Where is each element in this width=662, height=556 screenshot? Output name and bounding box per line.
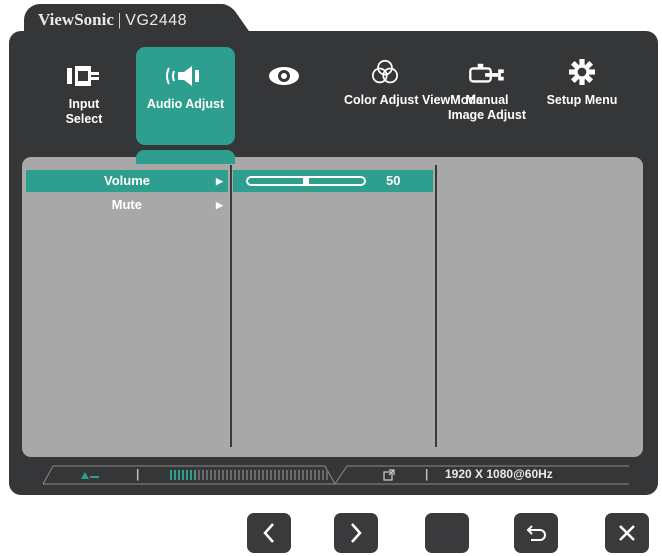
resolution-text: 1920 X 1080@60Hz [445,467,553,481]
tab-label-audio-adjust: Audio Adjust [146,97,225,111]
level-bar [194,470,196,480]
tab-label-input-select: Input Select [65,97,103,126]
level-bar [258,470,260,480]
speaker-icon [165,66,199,86]
level-bar [170,470,172,480]
level-bar [278,470,280,480]
level-bar [282,470,284,480]
column-divider-2 [435,165,437,447]
level-bar [234,470,236,480]
level-bar [210,470,212,480]
tab-setup-menu[interactable]: Setup Menu [542,47,622,145]
external-link-icon [383,469,395,481]
status-separator-2: | [425,467,429,481]
level-bar [178,470,180,480]
level-bar [186,470,188,480]
slider-knob[interactable] [303,177,309,185]
tools-icon [469,63,504,83]
level-bar [266,470,268,480]
tab-manual-image-adjust[interactable]: Manual Image Adjust [444,47,530,145]
close-icon [619,525,635,541]
level-bar [182,470,184,480]
tab-label-color-adjust: Color Adjust [344,93,419,107]
brand-logo: ViewSonic | VG2448 [38,10,187,30]
level-bar [226,470,228,480]
level-bar [238,470,240,480]
tab-label-manual-image-adjust: Manual Image Adjust [447,93,527,122]
level-bar [310,470,312,480]
status-bar: | | 1920 X 1080@60Hz [43,465,629,485]
volume-value: 50 [386,173,401,188]
tab-color-adjust[interactable]: Color Adjust ViewMode [344,47,483,145]
submenu-arrow-icon: ▶ [216,200,223,210]
level-bar [230,470,232,480]
gear-icon [569,59,595,85]
return-icon [526,525,546,541]
chevron-left-icon [263,523,274,543]
brand-separator: | [117,10,122,29]
tab-view-mode-eye[interactable] [258,47,310,145]
color-circles-icon [372,59,398,84]
level-bar [270,470,272,480]
level-meter [170,470,328,480]
level-bar [202,470,204,480]
column-divider-1 [230,165,232,447]
level-bar [326,470,328,480]
level-bar [254,470,256,480]
eye-icon [269,67,299,85]
menu-item-label: Volume [104,173,150,188]
model-name: VG2448 [125,12,187,29]
brand-name: ViewSonic [38,10,114,29]
input-plug-icon [67,66,99,86]
level-bar [286,470,288,480]
level-bar [174,470,176,480]
level-bar [242,470,244,480]
level-bar [250,470,252,480]
right-key[interactable] [334,513,378,553]
tab-label-setup-menu: Setup Menu [546,93,618,107]
input-signal-icon [81,472,99,479]
select-key[interactable] [425,513,469,553]
tab-input-select[interactable]: Input Select [52,47,116,145]
menu-item-volume[interactable]: Volume ▶ [26,170,228,192]
level-bar [322,470,324,480]
exit-key[interactable] [605,513,649,553]
level-bar [306,470,308,480]
level-bar [262,470,264,480]
level-bar [318,470,320,480]
chevron-right-icon [351,523,362,543]
level-bar [298,470,300,480]
level-bar [190,470,192,480]
submenu-arrow-icon: ▶ [216,176,223,186]
level-bar [274,470,276,480]
tab-audio-adjust[interactable]: Audio Adjust [136,47,235,145]
level-bar [222,470,224,480]
level-bar [302,470,304,480]
level-bar [218,470,220,480]
active-tab-connector [136,150,235,164]
status-separator: | [136,467,140,481]
level-bar [198,470,200,480]
back-key[interactable] [514,513,558,553]
level-bar [314,470,316,480]
menu-item-label: Mute [111,197,142,212]
volume-slider[interactable] [246,176,366,186]
left-key[interactable] [247,513,291,553]
level-bar [246,470,248,480]
level-bar [290,470,292,480]
level-bar [206,470,208,480]
level-bar [214,470,216,480]
level-bar [294,470,296,480]
menu-item-mute[interactable]: Mute ▶ [26,194,228,216]
